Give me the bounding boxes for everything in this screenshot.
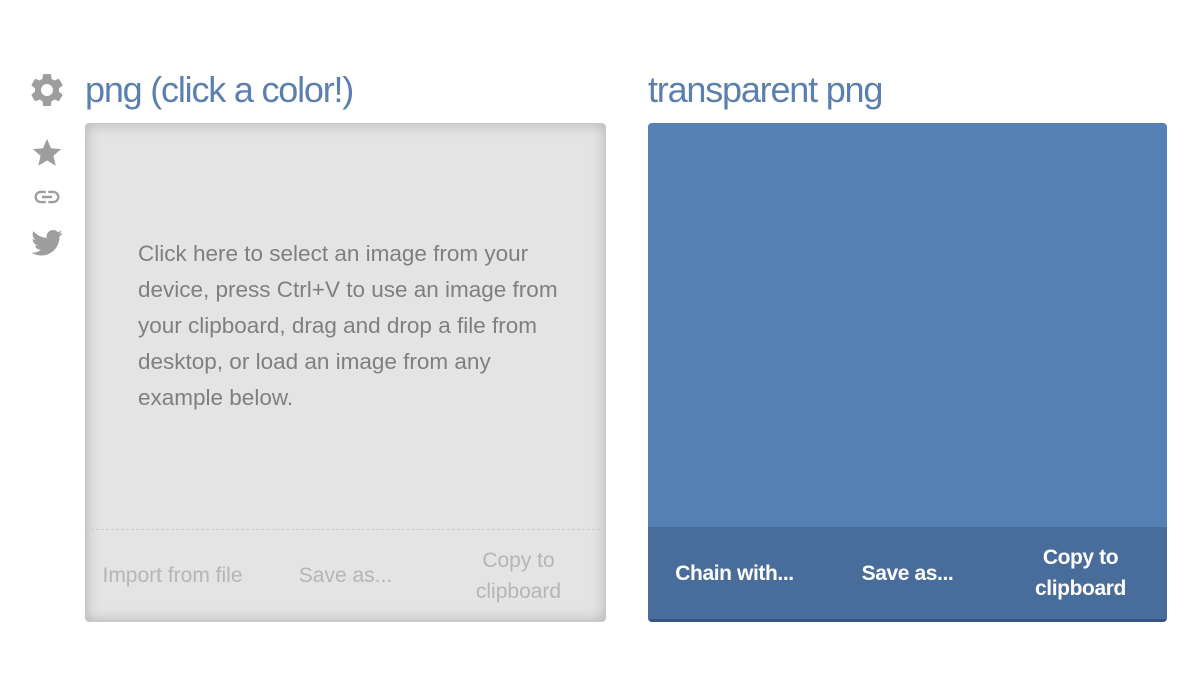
input-actions-bar: Import from file Save as... Copy to clip… [86, 529, 605, 621]
drop-instructions: Click here to select an image from your … [138, 241, 558, 410]
output-bottom-border [648, 619, 1167, 622]
output-copy-to-clipboard-button[interactable]: Copy to clipboard [994, 542, 1167, 604]
input-panel-title: png (click a color!) [85, 69, 354, 110]
copy-label-line2: clipboard [1035, 577, 1126, 600]
output-image-canvas[interactable] [648, 123, 1167, 530]
link-icon[interactable] [26, 182, 68, 212]
input-copy-to-clipboard-button[interactable]: Copy to clipboard [432, 545, 605, 607]
copy-label-line2: clipboard [475, 579, 562, 603]
twitter-icon[interactable] [26, 224, 68, 260]
star-icon[interactable] [26, 136, 68, 170]
output-panel-title: transparent png [648, 69, 883, 110]
image-drop-zone[interactable]: Click here to select an image from your … [85, 123, 606, 622]
input-save-as-button[interactable]: Save as... [259, 560, 432, 591]
output-actions-bar: Chain with... Save as... Copy to clipboa… [648, 527, 1167, 619]
output-preview: Chain with... Save as... Copy to clipboa… [648, 123, 1167, 622]
gear-icon[interactable] [26, 70, 68, 110]
copy-label-line1: Copy to [1042, 546, 1119, 569]
import-from-file-button[interactable]: Import from file [86, 560, 259, 591]
output-save-as-button[interactable]: Save as... [821, 558, 994, 589]
copy-label-line1: Copy to [482, 548, 555, 572]
chain-with-button[interactable]: Chain with... [648, 558, 821, 589]
